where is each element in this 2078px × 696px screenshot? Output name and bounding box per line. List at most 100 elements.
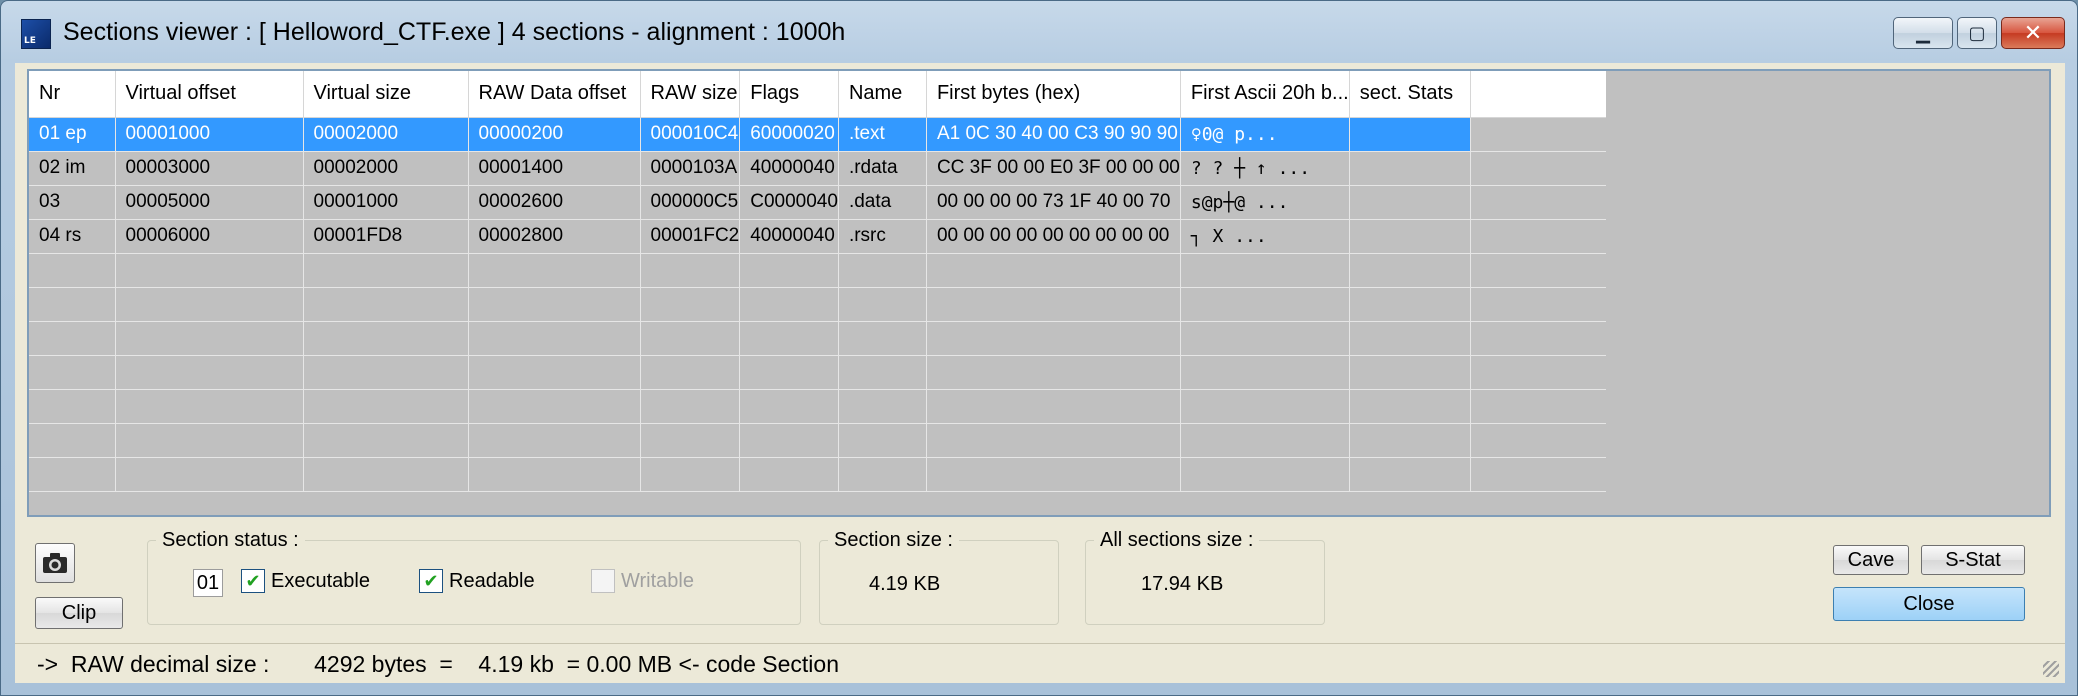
table-cell <box>468 253 641 288</box>
executable-checkbox[interactable]: ✔ Executable <box>241 569 370 593</box>
title-bar[interactable]: LE Sections viewer : [ Helloword_CTF.exe… <box>1 1 2077 63</box>
table-cell <box>926 457 1181 492</box>
camera-icon <box>43 553 67 573</box>
minimize-button[interactable]: ▁ <box>1893 17 1953 49</box>
table-cell <box>1470 389 1607 424</box>
table-cell <box>640 287 741 322</box>
close-button[interactable]: Close <box>1833 587 2025 621</box>
table-cell: CC 3F 00 00 E0 3F 00 00 00 <box>926 151 1181 186</box>
table-cell <box>1180 321 1350 356</box>
cave-button[interactable]: Cave <box>1833 545 1909 575</box>
table-cell: 02 im <box>29 151 116 186</box>
table-cell <box>1349 253 1471 288</box>
table-cell: ┐ X ... <box>1180 219 1350 254</box>
column-header[interactable]: Virtual size <box>303 71 469 118</box>
table-cell: s@p┼@ ... <box>1180 185 1350 220</box>
table-cell <box>468 355 641 390</box>
table-row[interactable] <box>29 355 1607 390</box>
table-cell <box>838 457 927 492</box>
app-icon: LE <box>21 19 51 49</box>
table-row[interactable] <box>29 287 1607 322</box>
maximize-button[interactable]: ▢ <box>1957 17 1997 49</box>
table-cell: 00005000 <box>115 185 304 220</box>
table-row[interactable] <box>29 423 1607 458</box>
table-row[interactable] <box>29 253 1607 288</box>
table-cell <box>115 253 304 288</box>
table-cell: C0000040 <box>739 185 839 220</box>
table-cell <box>115 457 304 492</box>
column-header[interactable]: Name <box>838 71 927 118</box>
column-header[interactable] <box>1470 71 1607 118</box>
table-cell <box>640 355 741 390</box>
table-cell <box>1470 219 1607 254</box>
s-stat-button[interactable]: S-Stat <box>1921 545 2025 575</box>
close-icon: ✕ <box>2023 20 2043 46</box>
table-row[interactable] <box>29 389 1607 424</box>
table-cell: 000000C5 <box>640 185 741 220</box>
table-cell: 00002000 <box>303 151 469 186</box>
table-row[interactable]: 04 rs 00006000 00001FD8 00002800 00001FC2 400… <box>29 219 1607 254</box>
table-cell <box>838 423 927 458</box>
table-cell <box>1470 253 1607 288</box>
table-row[interactable] <box>29 321 1607 356</box>
table-cell: 40000040 <box>739 219 839 254</box>
table-cell: 00 00 00 00 73 1F 40 00 70 <box>926 185 1181 220</box>
writable-check-box <box>591 569 615 593</box>
column-header[interactable]: Flags <box>739 71 839 118</box>
table-cell <box>1349 457 1471 492</box>
column-header[interactable]: sect. Stats <box>1349 71 1471 118</box>
section-status-legend: Section status : <box>162 529 299 551</box>
table-cell <box>1349 151 1471 186</box>
section-number-field[interactable]: 01 <box>193 569 223 597</box>
table-row[interactable]: 01 ep 00001000 00002000 00000200 000010C4 600… <box>29 117 1607 152</box>
table-cell: .text <box>838 117 927 152</box>
table-cell <box>115 423 304 458</box>
grid-header-row: Nr Virtual offset Virtual size RAW Data off… <box>29 71 1607 118</box>
column-header[interactable]: First Ascii 20h b... <box>1180 71 1350 118</box>
table-cell: 01 ep <box>29 117 116 152</box>
table-cell <box>640 457 741 492</box>
clip-button[interactable]: Clip <box>35 597 123 629</box>
table-cell <box>115 355 304 390</box>
table-cell <box>1470 185 1607 220</box>
table-cell <box>29 321 116 356</box>
column-header[interactable]: Nr <box>29 71 116 118</box>
column-header[interactable]: First bytes (hex) <box>926 71 1181 118</box>
table-cell <box>29 389 116 424</box>
table-cell <box>640 321 741 356</box>
table-cell <box>1470 151 1607 186</box>
resize-grip-icon[interactable] <box>2043 661 2059 677</box>
table-cell <box>303 389 469 424</box>
section-size-legend: Section size : <box>834 529 953 551</box>
window-title: Sections viewer : [ Helloword_CTF.exe ] … <box>63 18 846 46</box>
readable-checkbox[interactable]: ✔ Readable <box>419 569 535 593</box>
table-cell <box>838 253 927 288</box>
sections-grid[interactable]: Nr Virtual offset Virtual size RAW Data off… <box>27 69 2051 517</box>
table-cell <box>1349 389 1471 424</box>
snapshot-button[interactable] <box>35 543 75 583</box>
table-row[interactable] <box>29 457 1607 492</box>
column-header[interactable]: RAW size <box>640 71 741 118</box>
writable-label: Writable <box>621 569 694 592</box>
table-cell <box>926 321 1181 356</box>
table-row[interactable]: 03 00005000 00001000 00002600 000000C5 C00000… <box>29 185 1607 220</box>
table-cell <box>739 321 839 356</box>
table-cell <box>1349 321 1471 356</box>
table-row[interactable]: 02 im 00003000 00002000 00001400 0000103A 400… <box>29 151 1607 186</box>
table-cell: 00001400 <box>468 151 641 186</box>
column-header[interactable]: Virtual offset <box>115 71 304 118</box>
writable-checkbox[interactable]: Writable <box>591 569 694 593</box>
close-window-button[interactable]: ✕ <box>2001 17 2065 49</box>
table-cell: 00001000 <box>303 185 469 220</box>
all-sections-size-value: 17.94 KB <box>1141 573 1224 595</box>
column-header[interactable]: RAW Data offset <box>468 71 641 118</box>
executable-check-icon: ✔ <box>241 569 265 593</box>
table-cell <box>1470 321 1607 356</box>
table-cell: 00002800 <box>468 219 641 254</box>
table-cell <box>739 287 839 322</box>
table-cell: 0000103A <box>640 151 741 186</box>
table-cell <box>29 355 116 390</box>
table-cell: 00001000 <box>115 117 304 152</box>
table-cell <box>468 457 641 492</box>
table-cell <box>1349 219 1471 254</box>
